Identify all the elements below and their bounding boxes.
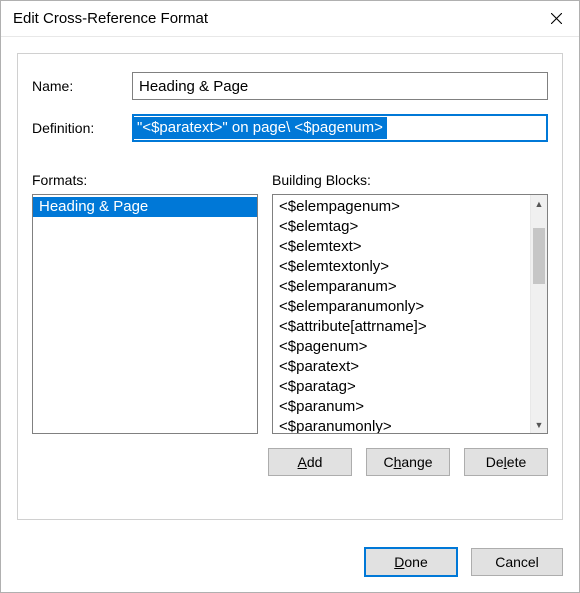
formats-list-inner: Heading & Page	[33, 195, 257, 433]
name-row: Name:	[32, 72, 548, 100]
list-item[interactable]: <$paratext>	[273, 357, 530, 377]
scroll-down-arrow-icon[interactable]: ▼	[531, 416, 548, 433]
scroll-thumb[interactable]	[533, 228, 545, 284]
building-blocks-label: Building Blocks:	[272, 172, 548, 188]
formats-listbox[interactable]: Heading & Page	[32, 194, 258, 434]
done-button[interactable]: Done	[365, 548, 457, 576]
cancel-button[interactable]: Cancel	[471, 548, 563, 576]
list-item[interactable]: <$elemtag>	[273, 217, 530, 237]
list-item[interactable]: <$elemparanumonly>	[273, 297, 530, 317]
add-button[interactable]: Add	[268, 448, 352, 476]
window-title: Edit Cross-Reference Format	[13, 10, 208, 27]
list-item[interactable]: <$elemtextonly>	[273, 257, 530, 277]
dialog-content: Name: Definition: "<$paratext>" on page\…	[1, 37, 579, 536]
delete-button[interactable]: Delete	[464, 448, 548, 476]
list-item[interactable]: <$pagenum>	[273, 337, 530, 357]
name-input[interactable]	[132, 72, 548, 100]
definition-row: Definition: "<$paratext>" on page\ <$pag…	[32, 114, 548, 142]
definition-input[interactable]: "<$paratext>" on page\ <$pagenum>	[132, 114, 548, 142]
definition-label: Definition:	[32, 120, 132, 136]
scroll-track[interactable]	[531, 212, 547, 416]
list-item[interactable]: <$elemtext>	[273, 237, 530, 257]
close-icon	[551, 13, 562, 24]
list-item[interactable]: <$elempagenum>	[273, 197, 530, 217]
building-blocks-listbox[interactable]: <$elempagenum><$elemtag><$elemtext><$ele…	[272, 194, 548, 434]
lists-header: Formats: Building Blocks:	[32, 172, 548, 188]
name-label: Name:	[32, 78, 132, 94]
change-button[interactable]: Change	[366, 448, 450, 476]
building-blocks-scrollbar[interactable]: ▲ ▼	[530, 195, 547, 433]
dialog-window: Edit Cross-Reference Format Name: Defini…	[0, 0, 580, 593]
list-item[interactable]: Heading & Page	[33, 197, 257, 217]
main-panel: Name: Definition: "<$paratext>" on page\…	[17, 53, 563, 520]
list-item[interactable]: <$paranumonly>	[273, 417, 530, 433]
panel-button-row: Add Change Delete	[32, 448, 548, 476]
dialog-footer: Done Cancel	[1, 536, 579, 592]
close-button[interactable]	[533, 1, 579, 37]
scroll-up-arrow-icon[interactable]: ▲	[531, 195, 548, 212]
list-item[interactable]: <$attribute[attrname]>	[273, 317, 530, 337]
list-item[interactable]: <$paranum>	[273, 397, 530, 417]
lists-row: Heading & Page <$elempagenum><$elemtag><…	[32, 194, 548, 434]
definition-selection: "<$paratext>" on page\ <$pagenum>	[133, 117, 387, 139]
titlebar: Edit Cross-Reference Format	[1, 1, 579, 37]
list-item[interactable]: <$elemparanum>	[273, 277, 530, 297]
building-blocks-list-inner: <$elempagenum><$elemtag><$elemtext><$ele…	[273, 195, 547, 433]
list-item[interactable]: <$paratag>	[273, 377, 530, 397]
formats-label: Formats:	[32, 172, 272, 188]
